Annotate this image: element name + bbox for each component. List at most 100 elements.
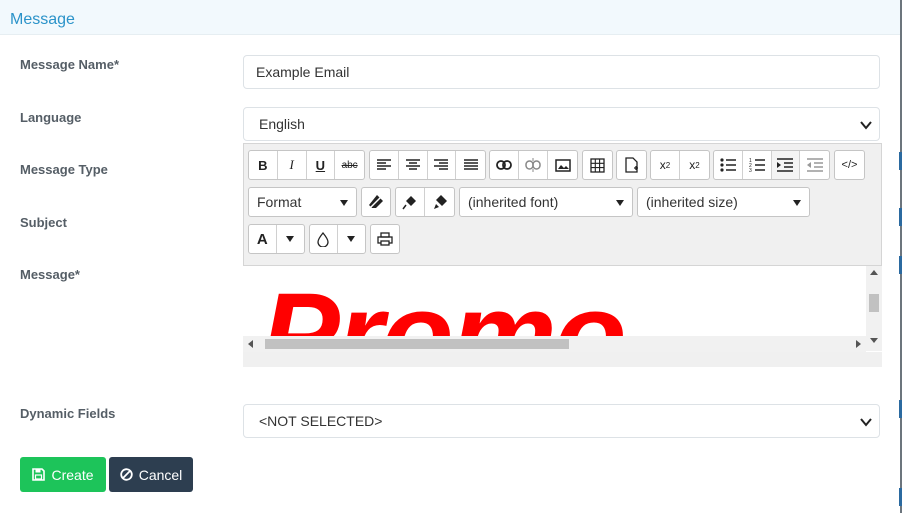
- align-left-button[interactable]: [370, 151, 399, 179]
- create-label: Create: [51, 466, 94, 483]
- align-center-button[interactable]: [399, 151, 428, 179]
- italic-label: I: [289, 157, 294, 172]
- scroll-down-icon[interactable]: [870, 338, 878, 343]
- outdent-button[interactable]: [800, 151, 829, 179]
- subject-label: Subject: [20, 215, 67, 230]
- font-color-menu-button[interactable]: [277, 225, 304, 253]
- editor-content[interactable]: Promo: [243, 265, 882, 367]
- bold-label: B: [258, 157, 268, 173]
- script-group: x2 x2: [650, 150, 710, 180]
- print-button[interactable]: [371, 225, 399, 253]
- horizontal-scroll-thumb[interactable]: [265, 339, 569, 349]
- dynamic-fields-label: Dynamic Fields: [20, 406, 116, 421]
- paint-group: [395, 187, 455, 217]
- link-button[interactable]: [490, 151, 519, 179]
- dynamic-fields-select[interactable]: <NOT SELECTED>: [243, 404, 880, 438]
- table-icon: [590, 157, 605, 173]
- background-color-menu-button[interactable]: [338, 225, 365, 253]
- unlink-button[interactable]: [519, 151, 548, 179]
- format-label: Format: [257, 194, 302, 210]
- vertical-scroll-thumb[interactable]: [869, 294, 879, 312]
- strikethrough-button[interactable]: abc: [335, 151, 364, 179]
- paint-brush-icon: [433, 195, 447, 209]
- dropdown-arrow-icon: [793, 200, 801, 206]
- print-icon: [377, 232, 393, 246]
- strikethrough-label: abc: [341, 159, 358, 171]
- eraser-icon: [369, 195, 383, 209]
- cancel-button[interactable]: Cancel: [109, 457, 193, 492]
- numbered-list-button[interactable]: 123: [743, 151, 772, 179]
- dropdown-arrow-icon: [347, 236, 356, 242]
- indent-icon: [777, 158, 794, 172]
- ban-icon: [120, 468, 133, 481]
- superscript-button[interactable]: x2: [680, 151, 709, 179]
- language-label: Language: [20, 110, 82, 125]
- numbered-list-icon: 123: [749, 158, 765, 172]
- svg-text:3: 3: [749, 168, 752, 172]
- subscript-button[interactable]: x2: [651, 151, 680, 179]
- font-color-group: A: [248, 224, 305, 254]
- dropdown-arrow-icon: [616, 200, 624, 206]
- dropdown-arrow-icon: [340, 200, 348, 206]
- clear-format-button[interactable]: [362, 188, 390, 216]
- scroll-up-icon[interactable]: [870, 270, 878, 275]
- align-right-button[interactable]: [428, 151, 457, 179]
- save-icon: [32, 468, 46, 481]
- font-color-label: A: [256, 230, 268, 248]
- scroll-right-icon[interactable]: [856, 340, 861, 348]
- modal-title: Message: [10, 11, 75, 28]
- dropdown-arrow-icon: [286, 236, 295, 242]
- format-dropdown[interactable]: Format: [248, 187, 357, 217]
- background-color-button[interactable]: [310, 225, 338, 253]
- outdent-icon: [806, 158, 823, 172]
- dynamic-fields-value: <NOT SELECTED>: [259, 413, 383, 429]
- bold-button[interactable]: B: [249, 151, 278, 179]
- editor-status-bar: [243, 352, 882, 367]
- underline-button[interactable]: U: [307, 151, 336, 179]
- print-group: [370, 224, 400, 254]
- font-size-dropdown[interactable]: (inherited size): [637, 187, 810, 217]
- message-name-input[interactable]: Example Email: [243, 55, 880, 89]
- create-button[interactable]: Create: [20, 457, 106, 492]
- vertical-scrollbar[interactable]: [866, 266, 882, 351]
- paint-format-button[interactable]: [396, 188, 425, 216]
- table-button[interactable]: [583, 151, 612, 179]
- image-button[interactable]: [548, 151, 577, 179]
- document-group: [616, 150, 647, 180]
- source-group: </>: [834, 150, 865, 180]
- cancel-label: Cancel: [138, 466, 183, 483]
- align-left-icon: [376, 159, 391, 170]
- scroll-left-icon[interactable]: [248, 340, 253, 348]
- message-label: Message*: [20, 267, 80, 282]
- align-center-icon: [405, 159, 420, 170]
- font-family-dropdown[interactable]: (inherited font): [459, 187, 633, 217]
- align-right-icon: [434, 159, 449, 170]
- horizontal-scrollbar[interactable]: [243, 336, 866, 352]
- new-document-button[interactable]: [617, 151, 646, 179]
- source-code-button[interactable]: </>: [835, 151, 864, 179]
- message-modal: Message Message Name* Language Message T…: [0, 0, 902, 513]
- paint-brush-icon: [402, 196, 416, 210]
- image-icon: [554, 158, 571, 172]
- text-style-group: B I U abc: [248, 150, 365, 180]
- bullet-list-button[interactable]: [714, 151, 743, 179]
- chevron-down-icon: [860, 418, 872, 427]
- language-value: English: [259, 116, 305, 132]
- paint-apply-button[interactable]: [425, 188, 454, 216]
- font-color-button[interactable]: A: [249, 225, 277, 253]
- message-type-label: Message Type: [20, 162, 108, 177]
- chevron-down-icon: [860, 121, 872, 130]
- link-icon: [496, 160, 512, 170]
- indent-button[interactable]: [771, 151, 801, 179]
- italic-button[interactable]: I: [278, 151, 307, 179]
- bullet-list-icon: [720, 158, 736, 172]
- underline-label: U: [315, 157, 326, 173]
- justify-button[interactable]: [456, 151, 485, 179]
- font-family-label: (inherited font): [468, 194, 559, 210]
- eraser-group: [361, 187, 391, 217]
- modal-header: Message: [0, 0, 902, 35]
- justify-icon: [463, 159, 478, 170]
- unlink-icon: [525, 158, 541, 172]
- language-select[interactable]: English: [243, 107, 880, 141]
- table-group: [582, 150, 613, 180]
